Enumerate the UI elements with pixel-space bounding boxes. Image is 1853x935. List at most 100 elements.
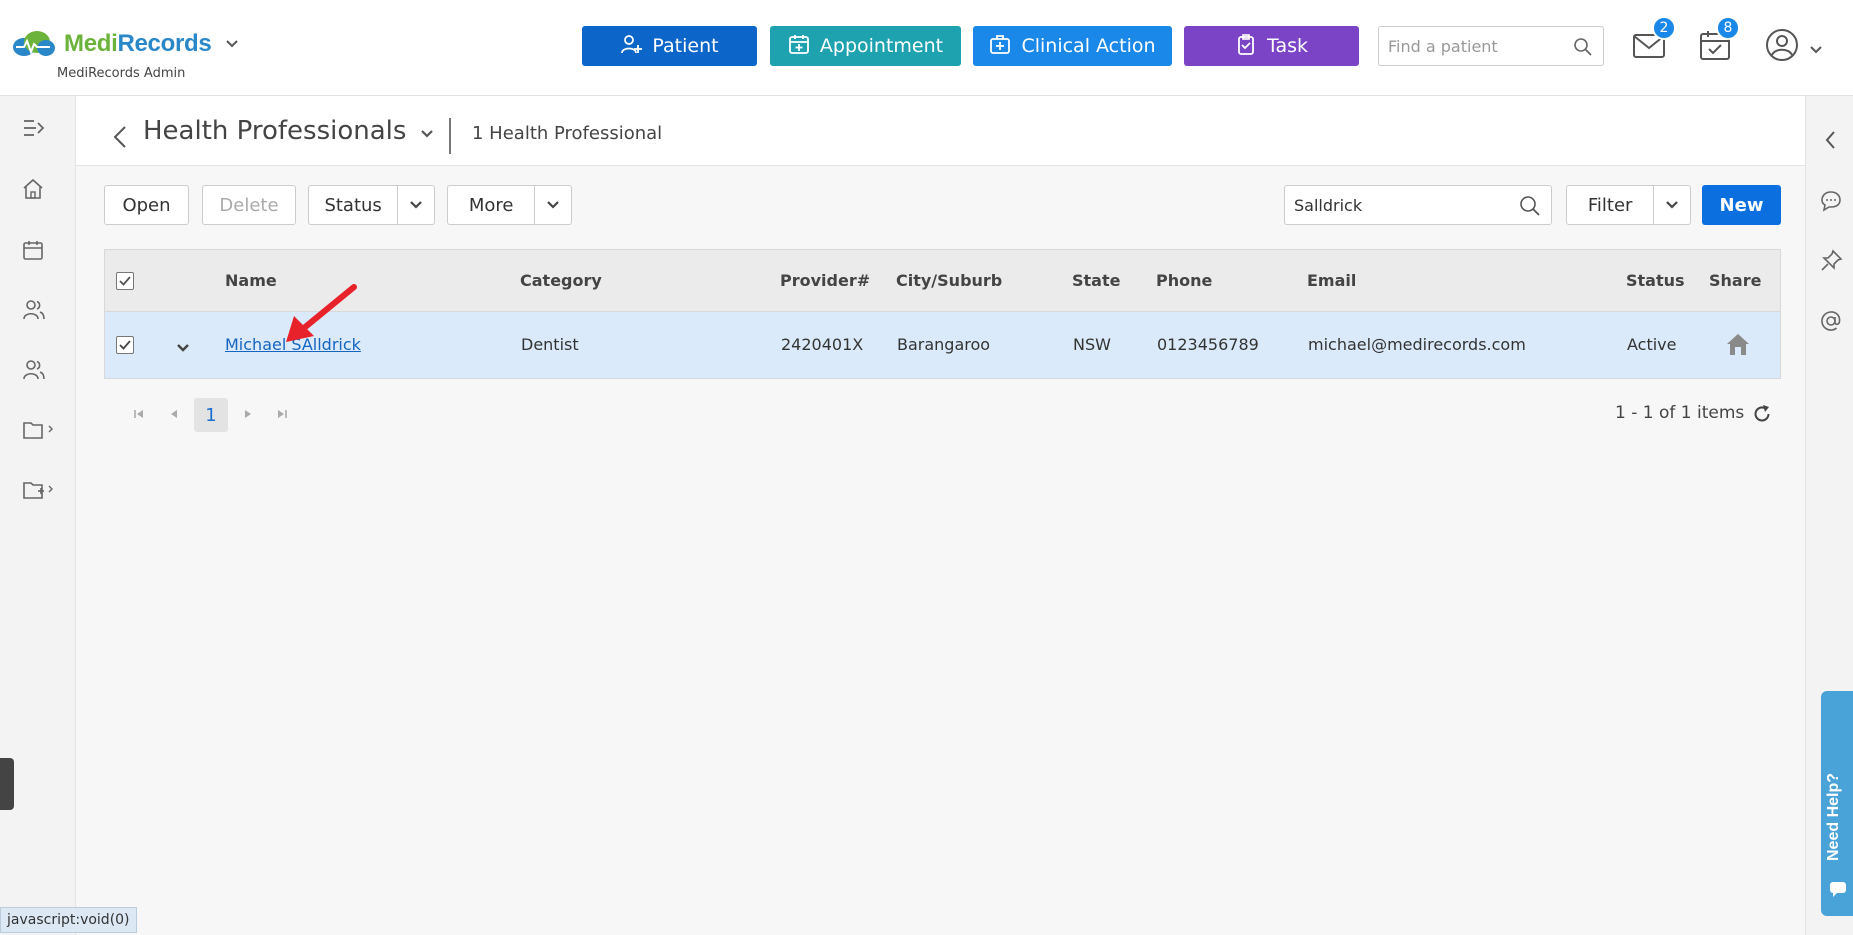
user-menu-button[interactable] — [1765, 28, 1822, 66]
filter-dropdown-label[interactable]: Filter — [1567, 186, 1655, 224]
cell-city: Barangaroo — [897, 335, 991, 354]
new-patient-label: Patient — [652, 35, 719, 57]
sidebar-item-contacts[interactable] — [22, 357, 62, 387]
mentions-button[interactable] — [1819, 309, 1843, 333]
column-header-category[interactable]: Category — [520, 271, 602, 290]
new-appointment-button[interactable]: Appointment — [770, 26, 961, 66]
column-header-status[interactable]: Status — [1626, 271, 1685, 290]
list-search[interactable] — [1284, 185, 1552, 225]
chevron-down-icon[interactable] — [225, 39, 239, 49]
page-first-icon[interactable] — [129, 402, 149, 426]
clinical-action-button[interactable]: Clinical Action — [973, 26, 1172, 66]
home-icon — [22, 178, 44, 204]
mail-icon — [1632, 34, 1666, 66]
mail-count-badge: 2 — [1652, 16, 1676, 40]
cell-category: Dentist — [521, 335, 579, 354]
new-task-label: Task — [1266, 35, 1308, 57]
cell-status: Active — [1627, 335, 1677, 354]
sidebar-item-calendar[interactable] — [22, 237, 62, 267]
pin-icon — [1819, 249, 1843, 277]
home-share-icon[interactable] — [1725, 332, 1751, 362]
calendar-count-badge: 8 — [1716, 16, 1740, 40]
chevron-down-icon[interactable] — [1654, 186, 1690, 224]
users-icon — [22, 358, 46, 386]
page-next-icon[interactable] — [238, 402, 258, 426]
collapse-panel-button[interactable] — [1819, 128, 1843, 152]
page-title[interactable]: Health Professionals — [143, 116, 434, 146]
page-header: Health Professionals 1 Health Profession… — [76, 96, 1805, 166]
calendar-icon — [22, 239, 44, 265]
page-prev-icon[interactable] — [164, 402, 184, 426]
new-button[interactable]: New — [1702, 185, 1781, 225]
pin-button[interactable] — [1819, 249, 1843, 273]
select-all-checkbox[interactable] — [116, 272, 134, 290]
open-button[interactable]: Open — [104, 185, 189, 225]
users-icon — [22, 298, 46, 326]
mail-button[interactable]: 2 — [1632, 16, 1676, 66]
app-subtitle: MediRecords Admin — [57, 66, 186, 81]
new-patient-button[interactable]: Patient — [582, 26, 757, 66]
chevron-down-icon — [1809, 40, 1823, 59]
cell-provider: 2420401X — [781, 335, 864, 354]
back-button[interactable] — [112, 125, 128, 153]
more-dropdown-label[interactable]: More — [448, 186, 536, 224]
column-header-provider[interactable]: Provider# — [780, 271, 870, 290]
find-patient-input[interactable] — [1388, 36, 1568, 56]
medical-bag-icon — [989, 33, 1011, 60]
row-checkbox[interactable] — [116, 336, 134, 354]
sidebar-item-new-folder[interactable] — [22, 477, 62, 507]
app-logo[interactable]: MediRecords — [10, 30, 239, 58]
chevron-down-icon[interactable] — [398, 186, 434, 224]
sidebar-item-patients[interactable] — [22, 297, 62, 327]
cell-email: michael@medirecords.com — [1308, 335, 1526, 354]
page-last-icon[interactable] — [272, 402, 292, 426]
column-header-email[interactable]: Email — [1307, 271, 1356, 290]
status-dropdown-label[interactable]: Status — [309, 186, 399, 224]
pager-info: 1 - 1 of 1 items — [1615, 403, 1745, 423]
expand-row-chevron[interactable] — [176, 338, 190, 357]
delete-button[interactable]: Delete — [202, 185, 296, 225]
filter-dropdown[interactable]: Filter — [1566, 185, 1691, 225]
column-header-name[interactable]: Name — [225, 271, 277, 290]
search-icon[interactable] — [1573, 37, 1593, 61]
expand-menu-icon — [22, 118, 46, 142]
calendar-check-icon — [1698, 31, 1732, 66]
chat-button[interactable] — [1819, 189, 1843, 213]
more-dropdown[interactable]: More — [447, 185, 572, 225]
column-header-share[interactable]: Share — [1709, 271, 1761, 290]
record-count: 1 Health Professional — [472, 123, 663, 144]
column-header-phone[interactable]: Phone — [1156, 271, 1212, 290]
refresh-icon[interactable] — [1751, 403, 1773, 429]
search-icon[interactable] — [1519, 195, 1541, 221]
clipboard-icon — [1235, 33, 1257, 60]
column-header-city[interactable]: City/Suburb — [896, 271, 1002, 290]
folder-icon — [22, 419, 56, 445]
expand-menu-button[interactable] — [22, 115, 62, 145]
new-appointment-label: Appointment — [819, 35, 944, 57]
new-task-button[interactable]: Task — [1184, 26, 1359, 66]
status-dropdown[interactable]: Status — [308, 185, 435, 225]
side-handle[interactable] — [0, 758, 14, 810]
calendar-notifications-button[interactable]: 8 — [1698, 16, 1740, 66]
chevron-down-icon[interactable] — [535, 186, 571, 224]
user-plus-icon — [620, 33, 643, 60]
sidebar-item-home[interactable] — [22, 176, 62, 206]
find-patient-search[interactable] — [1378, 26, 1604, 66]
column-header-state[interactable]: State — [1072, 271, 1120, 290]
list-search-input[interactable] — [1294, 195, 1514, 215]
sidebar-item-folders[interactable] — [22, 417, 62, 447]
annotation-arrow — [286, 284, 357, 342]
need-help-tab[interactable]: Need Help? — [1821, 691, 1853, 916]
current-page[interactable]: 1 — [194, 398, 228, 432]
app-name: MediRecords — [64, 30, 212, 57]
logo-cloud-icon — [10, 30, 56, 58]
clinical-action-label: Clinical Action — [1021, 35, 1156, 57]
page-title-text: Health Professionals — [143, 116, 407, 146]
cell-phone: 0123456789 — [1157, 335, 1259, 354]
calendar-plus-icon — [788, 33, 810, 60]
top-bar: MediRecords MediRecords Admin Patient Ap… — [0, 0, 1853, 96]
need-help-label: Need Help? — [1825, 772, 1842, 861]
at-icon — [1819, 311, 1843, 337]
header-divider — [449, 118, 451, 154]
user-circle-icon — [1765, 29, 1799, 66]
